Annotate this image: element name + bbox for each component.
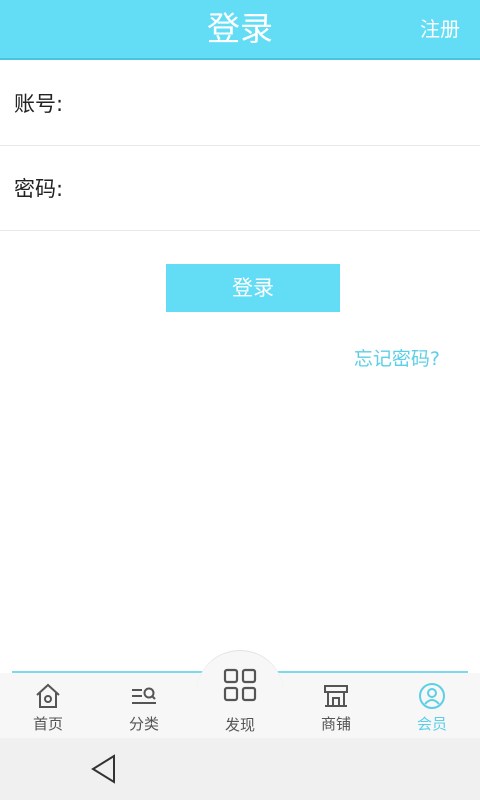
- tab-category[interactable]: 分类: [96, 673, 192, 738]
- store-icon: [324, 685, 348, 707]
- tab-label: 发现: [224, 716, 255, 734]
- tab-discover[interactable]: 发现: [192, 660, 288, 738]
- grid-icon: [223, 668, 257, 702]
- forgot-password-link[interactable]: 忘记密码?: [354, 344, 440, 371]
- home-icon: [36, 683, 60, 708]
- account-label: 账号:: [14, 92, 64, 116]
- password-input[interactable]: [80, 165, 464, 215]
- tab-label: 商铺: [320, 715, 351, 733]
- register-link[interactable]: 注册: [420, 0, 460, 58]
- password-row: 密码:: [0, 147, 480, 231]
- system-navbar: [0, 738, 480, 800]
- tab-label: 首页: [32, 715, 63, 733]
- tab-home[interactable]: 首页: [0, 673, 96, 738]
- page-title: 登录: [207, 9, 273, 48]
- account-row: 账号:: [0, 62, 480, 146]
- account-input[interactable]: [80, 80, 464, 130]
- category-icon: [132, 687, 156, 704]
- tab-label: 分类: [128, 715, 159, 733]
- app-header: 登录 注册: [0, 0, 480, 60]
- password-label: 密码:: [14, 177, 64, 201]
- tab-member[interactable]: 会员: [384, 673, 480, 738]
- tab-label: 会员: [416, 715, 447, 733]
- user-icon: [419, 683, 445, 709]
- login-button[interactable]: 登录: [166, 264, 340, 312]
- tab-store[interactable]: 商铺: [288, 673, 384, 738]
- back-icon[interactable]: [88, 752, 120, 786]
